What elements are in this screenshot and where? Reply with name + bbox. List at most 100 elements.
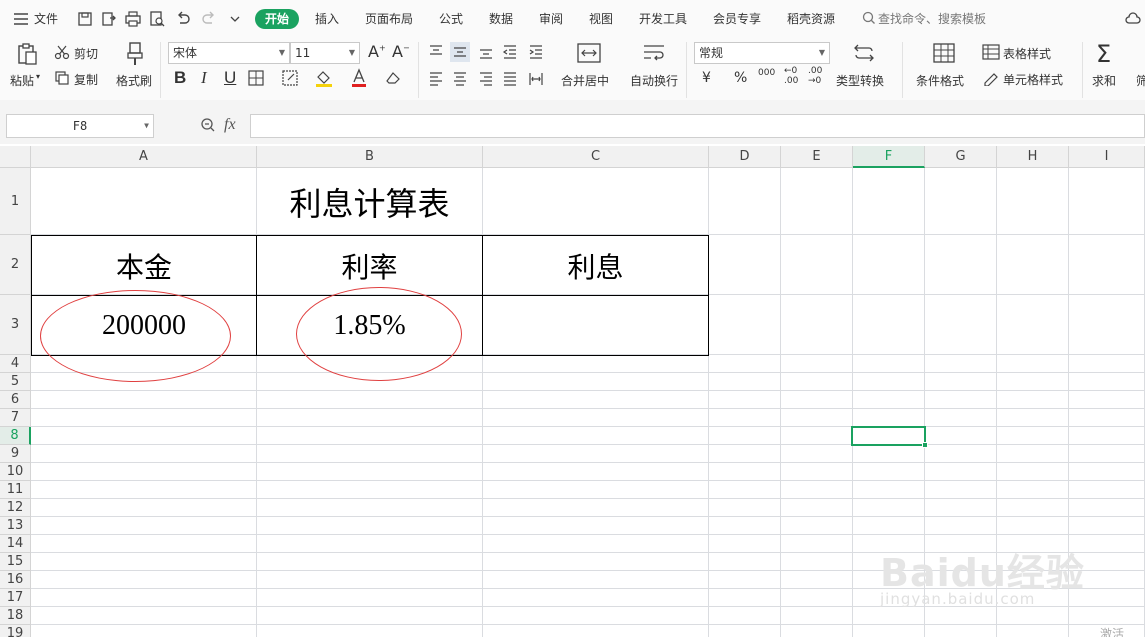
paste-dropdown-chevron-icon[interactable]: ▾ [36,72,40,81]
row-header-19[interactable]: 19 [0,625,31,637]
column-header-f[interactable]: F [853,146,925,168]
cloud-sync-icon[interactable] [1124,10,1142,28]
table-style-icon[interactable] [982,44,1000,60]
scissors-icon[interactable] [54,44,70,60]
font-name-select[interactable]: 宋体 ▼ [168,42,290,64]
column-header-b[interactable]: B [257,146,483,168]
row-header-3[interactable]: 3 [0,295,31,355]
row-header-16[interactable]: 16 [0,571,31,589]
redo-icon[interactable] [200,10,218,28]
insert-function-button[interactable]: fx [224,116,236,134]
print-preview-icon[interactable] [148,10,166,28]
tab-docer[interactable]: 稻壳资源 [787,10,835,28]
thousands-separator-button[interactable]: 000 [758,68,775,78]
currency-format-button[interactable]: ¥ [702,70,711,86]
sum-icon[interactable]: Σ [1096,40,1111,68]
tab-developer[interactable]: 开发工具 [639,10,687,28]
row-header-2[interactable]: 2 [0,235,31,295]
cell-a2-header-principal[interactable]: 本金 [31,235,257,296]
align-bottom-icon[interactable] [478,44,494,60]
cell-c2-header-interest[interactable]: 利息 [482,235,709,296]
row-header-10[interactable]: 10 [0,463,31,481]
row-header-1[interactable]: 1 [0,168,31,235]
conditional-format-icon[interactable] [932,42,956,64]
decrease-decimal-icon[interactable]: .00 →0 [808,66,822,86]
name-box[interactable]: F8 ▼ [6,114,154,138]
type-convert-button[interactable]: 类型转换 [836,72,884,89]
decrease-font-size-icon[interactable]: A− [392,42,410,61]
row-header-9[interactable]: 9 [0,445,31,463]
column-header-a[interactable]: A [31,146,257,168]
table-style-button[interactable]: 表格样式 [1003,45,1051,62]
wrap-text-button[interactable]: 自动换行 [630,72,678,89]
fill-handle[interactable] [922,442,928,448]
row-header-11[interactable]: 11 [0,481,31,499]
row-header-14[interactable]: 14 [0,535,31,553]
tab-page-layout[interactable]: 页面布局 [365,10,413,28]
filter-button[interactable]: 筛 [1136,72,1145,89]
italic-button[interactable]: I [201,68,207,88]
font-size-select[interactable]: 11 ▼ [290,42,360,64]
percent-format-button[interactable]: % [734,70,747,86]
align-left-icon[interactable] [428,71,444,87]
cell-type-icon[interactable] [282,70,300,86]
align-right-icon[interactable] [478,71,494,87]
print-icon[interactable] [124,10,142,28]
increase-font-size-icon[interactable]: A+ [368,42,386,61]
format-painter-button[interactable]: 格式刷 [116,72,152,89]
copy-button[interactable]: 复制 [74,71,98,88]
justify-icon[interactable] [502,71,518,87]
tab-insert[interactable]: 插入 [315,10,339,28]
formula-input[interactable] [250,114,1145,138]
paste-button[interactable]: 粘贴 [10,72,34,89]
row-header-6[interactable]: 6 [0,391,31,409]
column-header-h[interactable]: H [997,146,1069,168]
row-header-4[interactable]: 4 [0,355,31,373]
tab-data[interactable]: 数据 [489,10,513,28]
row-header-12[interactable]: 12 [0,499,31,517]
row-header-7[interactable]: 7 [0,409,31,427]
increase-indent-icon[interactable] [528,44,544,60]
type-convert-icon[interactable] [852,42,876,64]
search-commands-input[interactable]: 查找命令、搜索模板 [878,10,986,28]
row-header-17[interactable]: 17 [0,589,31,607]
increase-decimal-icon[interactable]: ←0.00 [784,66,798,86]
align-middle-icon[interactable] [450,42,470,62]
merge-center-icon[interactable] [577,42,601,64]
customize-chevron-icon[interactable] [226,10,244,28]
cut-button[interactable]: 剪切 [74,45,98,62]
zoom-search-icon[interactable] [200,117,216,133]
distributed-align-icon[interactable] [528,71,544,87]
tab-member[interactable]: 会员专享 [713,10,761,28]
tab-view[interactable]: 视图 [589,10,613,28]
number-format-select[interactable]: 常规 ▼ [694,42,830,64]
sum-button[interactable]: 求和 [1092,72,1116,89]
search-icon[interactable] [862,11,876,25]
column-header-g[interactable]: G [925,146,997,168]
cell-style-icon[interactable] [982,70,1000,86]
column-header-e[interactable]: E [781,146,853,168]
wrap-text-icon[interactable] [642,42,666,64]
undo-icon[interactable] [174,10,192,28]
format-painter-icon[interactable] [124,41,146,67]
underline-button[interactable]: U [224,68,236,88]
active-cell-selection[interactable] [851,426,928,448]
tab-review[interactable]: 审阅 [539,10,563,28]
row-header-13[interactable]: 13 [0,517,31,535]
row-header-18[interactable]: 18 [0,607,31,625]
hamburger-menu-icon[interactable] [12,10,30,28]
copy-icon[interactable] [54,70,70,86]
conditional-format-button[interactable]: 条件格式 [916,72,964,89]
row-header-15[interactable]: 15 [0,553,31,571]
bold-button[interactable]: B [174,68,186,88]
cell-a1-title[interactable]: 利息计算表 [31,168,708,235]
row-header-5[interactable]: 5 [0,373,31,391]
font-color-icon[interactable] [350,68,368,88]
export-pdf-icon[interactable] [100,10,118,28]
row-header-8[interactable]: 8 [0,427,31,445]
select-all-corner[interactable] [0,146,31,168]
paste-icon[interactable] [16,42,38,66]
fill-color-icon[interactable] [314,68,334,88]
align-center-icon[interactable] [452,71,468,87]
merge-center-button[interactable]: 合并居中 [561,72,609,89]
